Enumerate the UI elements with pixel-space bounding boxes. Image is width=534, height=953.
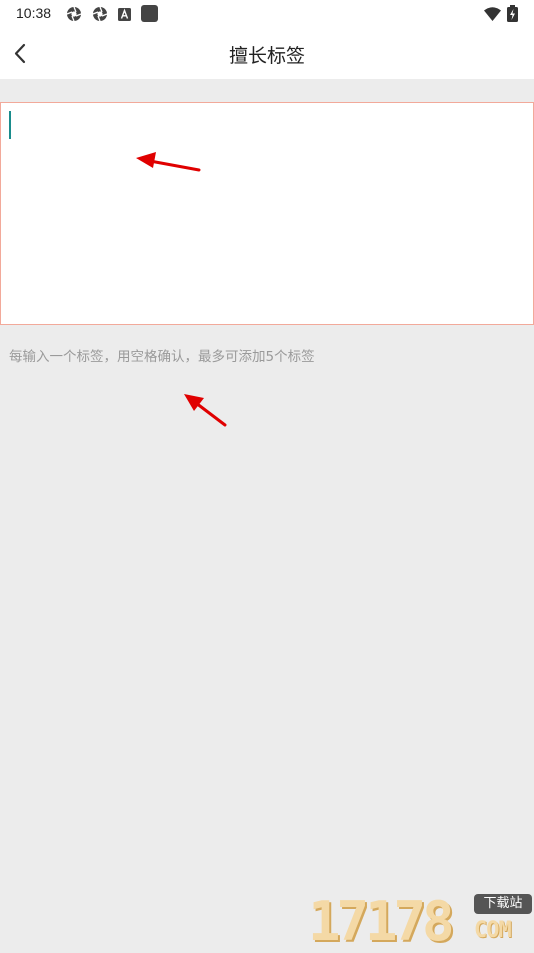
- wifi-icon: [484, 7, 501, 21]
- tag-input[interactable]: [1, 103, 533, 324]
- watermark-digits: 17178: [308, 890, 455, 953]
- status-bar: 10:38: [0, 0, 534, 28]
- status-time: 10:38: [16, 5, 52, 21]
- tag-input-box[interactable]: [0, 102, 534, 325]
- header: 擅长标签: [0, 28, 534, 79]
- aperture-icon: [92, 6, 108, 22]
- watermark-suffix: COM: [474, 918, 512, 943]
- watermark-badge: 下载站: [474, 894, 532, 914]
- square-icon: [141, 5, 158, 22]
- annotation-arrow: [184, 394, 227, 427]
- text-caret: [9, 111, 11, 139]
- aperture-icon: [66, 6, 82, 22]
- battery-charging-icon: [507, 5, 518, 22]
- hint-text: 每输入一个标签，用空格确认，最多可添加5个标签: [9, 349, 315, 365]
- page-title: 擅长标签: [228, 45, 305, 67]
- a-badge-icon: [118, 8, 131, 21]
- watermark-logo: 17178 下载站 COM: [308, 888, 534, 953]
